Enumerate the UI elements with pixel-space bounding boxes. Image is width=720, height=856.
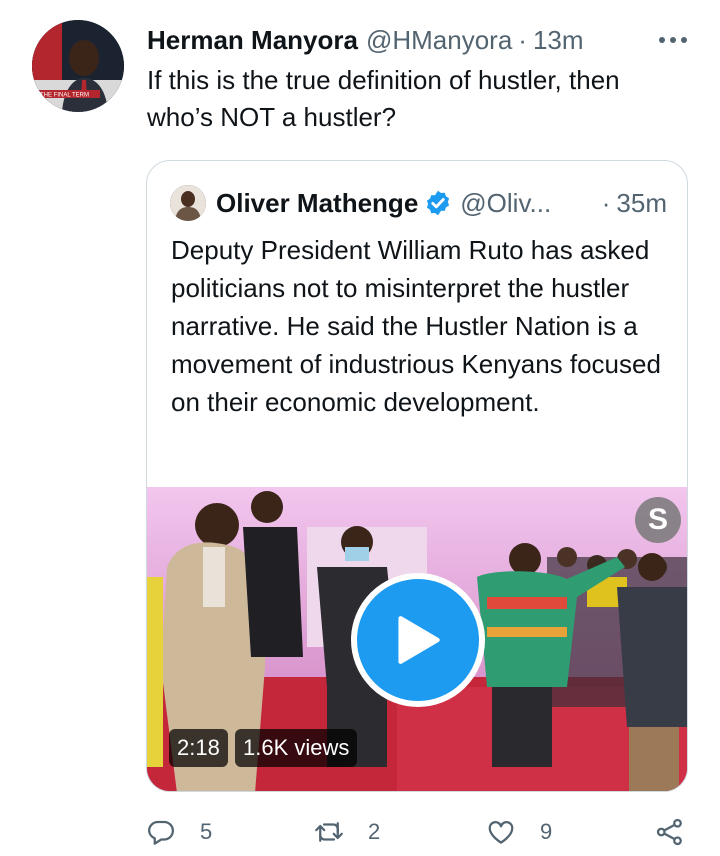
avatar-caption: THE FINAL TERM [40, 93, 89, 99]
author-avatar-image: THE FINAL TERM [32, 20, 124, 112]
quoted-author-avatar-image [170, 185, 206, 221]
video-player[interactable]: S 2:18 1.6K views [147, 487, 687, 791]
author-handle[interactable]: @HManyora [366, 25, 512, 56]
play-button[interactable] [351, 573, 485, 707]
reply-icon [148, 820, 174, 845]
like-button[interactable]: 9 [486, 812, 552, 852]
author-name[interactable]: Herman Manyora [147, 25, 358, 56]
reply-count: 5 [200, 819, 213, 844]
quoted-tweet-time[interactable]: 35m [616, 188, 667, 219]
video-duration: 2:18 [169, 729, 228, 767]
tweet-header: Herman Manyora @HManyora · 13m [147, 24, 690, 56]
quoted-author-avatar[interactable] [170, 185, 206, 221]
retweet-button[interactable]: 2 [314, 812, 380, 852]
like-count: 9 [540, 819, 553, 844]
quoted-author-name[interactable]: Oliver Mathenge [216, 188, 418, 219]
quoted-time-separator: · [601, 187, 611, 218]
tweet-time[interactable]: 13m [533, 25, 584, 56]
share-button[interactable] [655, 812, 685, 852]
play-icon [398, 616, 440, 664]
tweet-text: If this is the true definition of hustle… [147, 65, 620, 132]
author-avatar[interactable]: THE FINAL TERM [32, 20, 124, 112]
like-icon [488, 821, 514, 844]
video-view-count: 1.6K views [235, 729, 358, 767]
verified-badge-icon [427, 190, 450, 216]
retweet-icon [315, 822, 343, 842]
more-button[interactable] [656, 24, 690, 56]
tweet-actions: 5 2 9 [146, 812, 691, 852]
channel-logo: S [635, 497, 681, 543]
share-icon [656, 818, 682, 846]
reply-button[interactable]: 5 [146, 812, 212, 852]
more-icon [659, 37, 687, 43]
retweet-count: 2 [368, 819, 381, 844]
quoted-tweet-card[interactable]: Oliver Mathenge @Oliv... · 35m Deputy Pr… [146, 160, 688, 792]
time-separator: · [518, 24, 527, 55]
quoted-author-handle[interactable]: @Oliv... [460, 188, 551, 219]
quoted-tweet-header: Oliver Mathenge @Oliv... · 35m [170, 185, 667, 221]
quoted-tweet-text: Deputy President William Ruto has asked … [171, 235, 661, 417]
